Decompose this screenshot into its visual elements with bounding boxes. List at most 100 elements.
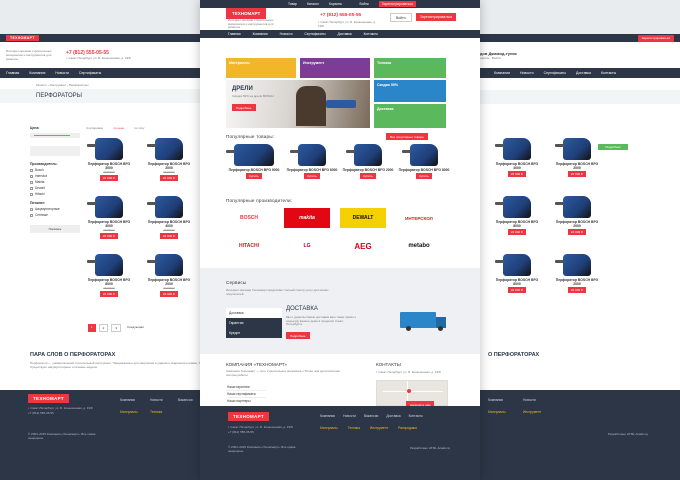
footer-link-tech[interactable]: Техника (150, 410, 162, 414)
delivery-block[interactable]: Доставка (374, 104, 446, 128)
nav-certs-r[interactable]: Сертификаты (544, 71, 566, 75)
filter-power-mains[interactable]: Сетевые (30, 213, 80, 217)
brand-makita[interactable]: makita (284, 208, 330, 228)
nav-news-r[interactable]: Новости (520, 71, 534, 75)
tagline: Интернет-магазин строительных материалов… (6, 49, 52, 61)
main-nav-center: Главная Компания Новости Сертификаты Дос… (200, 30, 480, 38)
page-2[interactable]: 2 (98, 324, 109, 332)
services-section: Сервисы Интернет-магазин Техномарт предл… (200, 268, 480, 354)
register-button[interactable]: Зарегистрироваться (416, 13, 457, 21)
product-card[interactable]: Перфоратор BOSCH BFG 8000 31000 Р. 22 000 … (84, 250, 134, 304)
register-link[interactable]: Зарегистрироваться (637, 34, 674, 42)
seo-title-right: о перфораторах (488, 352, 540, 358)
footer-link-news-r[interactable]: Новости (523, 398, 536, 402)
nav-home[interactable]: Главная (6, 71, 19, 75)
filter-maker-interskol[interactable]: Interskol (30, 174, 80, 178)
footer-link-news[interactable]: Новости (150, 398, 163, 402)
tab-warranty[interactable]: Гарантия (226, 318, 282, 328)
category-tools[interactable]: Инструмент (300, 58, 370, 78)
top-link-register[interactable]: Зарегистрироваться (378, 1, 416, 7)
product-card[interactable]: Перфоратор BOSCH BFG 8000 Купить (396, 140, 452, 194)
sort-bar: Сортировка: по цене по типу (86, 126, 145, 130)
link-certificates[interactable]: Наши сертификаты (226, 391, 266, 398)
brand-aeg[interactable]: AEG (340, 236, 386, 256)
contacts-address: г. Санкт-Петербург, ул. Б. Конюшенная, д… (376, 370, 441, 374)
footer-link-company-r[interactable]: Компания (488, 398, 503, 402)
product-card[interactable]: Перфоратор BOSCH BFG 3000 31000 Р. 22 000 … (84, 192, 134, 246)
brand-bosch[interactable]: BOSCH (226, 208, 272, 228)
filter-maker-hitachi[interactable]: Hitachi (30, 192, 80, 196)
nav-home[interactable]: Главная (228, 32, 241, 36)
nav-news[interactable]: Новости (55, 71, 69, 75)
delivery-text: Мы с удовольствием доставим ваш товар пр… (286, 315, 356, 327)
category-tech[interactable]: Техника (374, 58, 446, 78)
nav-contacts-r[interactable]: Контакты (601, 71, 616, 75)
site-address: г. Санкт-Петербург, ул. Б. Конюшенная, д… (318, 20, 376, 28)
nav-certs[interactable]: Сертификаты (304, 32, 325, 36)
product-card[interactable]: Перфоратор BOSCH BFG 6000 Купить (284, 140, 340, 194)
product-card[interactable]: Перфоратор BOSCH BFG 8000 22 000 Р. (492, 192, 542, 246)
nav-company[interactable]: Компания (29, 71, 45, 75)
filter-maker-bosch[interactable]: Bosch (30, 168, 80, 172)
footer-link-materials[interactable]: Материалы (120, 410, 138, 414)
footer-logo-center[interactable]: ТЕХНОМАРТ (228, 412, 269, 421)
footer-link-jobs[interactable]: Вакансии (178, 398, 193, 402)
page-next[interactable]: Следующая (124, 324, 147, 332)
tab-credit[interactable]: Кредит (226, 328, 282, 338)
filter-apply-button[interactable]: Показать (30, 225, 80, 233)
promo-slider[interactable]: Дрели Скидка 50% на дрели BOSCH Подробне… (226, 80, 370, 128)
product-card[interactable]: Перфоратор BOSCH BFG 2000 22 000 Р. (552, 134, 602, 188)
footer-link-company[interactable]: Компания (120, 398, 135, 402)
nav-news[interactable]: Новости (280, 32, 293, 36)
product-card[interactable]: Перфоратор BOSCH BFG 4000 22 000 Р. (492, 134, 542, 188)
nav-company[interactable]: Компания (253, 32, 268, 36)
filter-power-battery[interactable]: Аккумуляторные (30, 207, 80, 211)
product-card[interactable]: Перфоратор BOSCH BFG 9000 Купить (226, 140, 282, 194)
filter-maker-makita[interactable]: Makita (30, 180, 80, 184)
nav-contacts[interactable]: Контакты (364, 32, 378, 36)
top-link-goods[interactable]: Товар (288, 2, 297, 6)
promo-button[interactable]: Подробнее (232, 104, 256, 111)
product-card[interactable]: Перфоратор BOSCH BFG 2000 Купить (340, 140, 396, 194)
logo-left[interactable]: ТЕХНОМАРТ (6, 35, 39, 41)
category-materials[interactable]: Материалы (226, 58, 296, 78)
link-guarantees[interactable]: Наши гарантии (226, 384, 266, 391)
brand-metabo[interactable]: metabo (396, 236, 442, 256)
product-card[interactable]: Перфоратор BOSCH BFG 4000 31000 Р. 22 000 … (144, 192, 194, 246)
footer-link-tools-r[interactable]: Инструмент (523, 410, 541, 414)
product-card[interactable]: Перфоратор BOSCH BFG 2000 31000 Р. 22 000 … (144, 134, 194, 188)
product-card[interactable]: Перфоратор BOSCH BFG 3000 31000 Р. 22 000 … (84, 134, 134, 188)
all-popular-button[interactable]: Все популярные товары (386, 133, 428, 140)
tab-delivery[interactable]: Доставка (226, 308, 282, 318)
nav-company-r[interactable]: Компания (494, 71, 510, 75)
top-link-cart[interactable]: Корзина (329, 2, 342, 6)
link-partners[interactable]: Наши партнеры (226, 398, 266, 404)
nav-delivery-r[interactable]: Доставка (576, 71, 591, 75)
top-link-catalog[interactable]: Каталог (307, 2, 319, 6)
filter-maker-dewalt[interactable]: Dewalt (30, 186, 80, 190)
sale-block[interactable]: Скидки 50% (374, 80, 446, 102)
product-card[interactable]: Перфоратор BOSCH BFG 2000 31000 Р. 22 000 … (144, 250, 194, 304)
login-button[interactable]: Войти (390, 13, 412, 22)
product-card[interactable]: Перфоратор BOSCH BFG 2000 22 000 Р. (552, 250, 602, 304)
brand-lg[interactable]: LG (284, 236, 330, 256)
top-link-login[interactable]: Войти (360, 2, 369, 6)
delivery-more-button[interactable]: Подробнее (286, 332, 310, 339)
footer-link-materials-r[interactable]: Материалы (488, 410, 506, 414)
page-3[interactable]: 3 (111, 324, 122, 332)
brand-dewalt[interactable]: DEWALT (340, 208, 386, 228)
brand-interskol[interactable]: ИНТЕРСКОЛ (396, 208, 442, 228)
nav-certs[interactable]: Сертификаты (79, 71, 101, 75)
page-1[interactable]: 1 (88, 324, 96, 332)
product-card[interactable]: Перфоратор BOSCH BFG 8000 22 000 Р. (492, 250, 542, 304)
compare-button[interactable]: Подробнее (598, 144, 628, 150)
product-card[interactable]: Перфоратор BOSCH BFG 2000 22 000 Р. (552, 192, 602, 246)
contacts-title: Контакты (376, 362, 401, 367)
nav-delivery[interactable]: Доставка (337, 32, 351, 36)
makers-title: Популярные производители: (226, 198, 293, 203)
brand-hitachi[interactable]: HITACHI (226, 236, 272, 256)
drill-image (326, 100, 356, 108)
delivery-title: Доставка (286, 306, 318, 312)
footer-logo[interactable]: ТЕХНОМАРТ (28, 394, 69, 403)
logout-link[interactable]: Выйти (492, 56, 501, 60)
